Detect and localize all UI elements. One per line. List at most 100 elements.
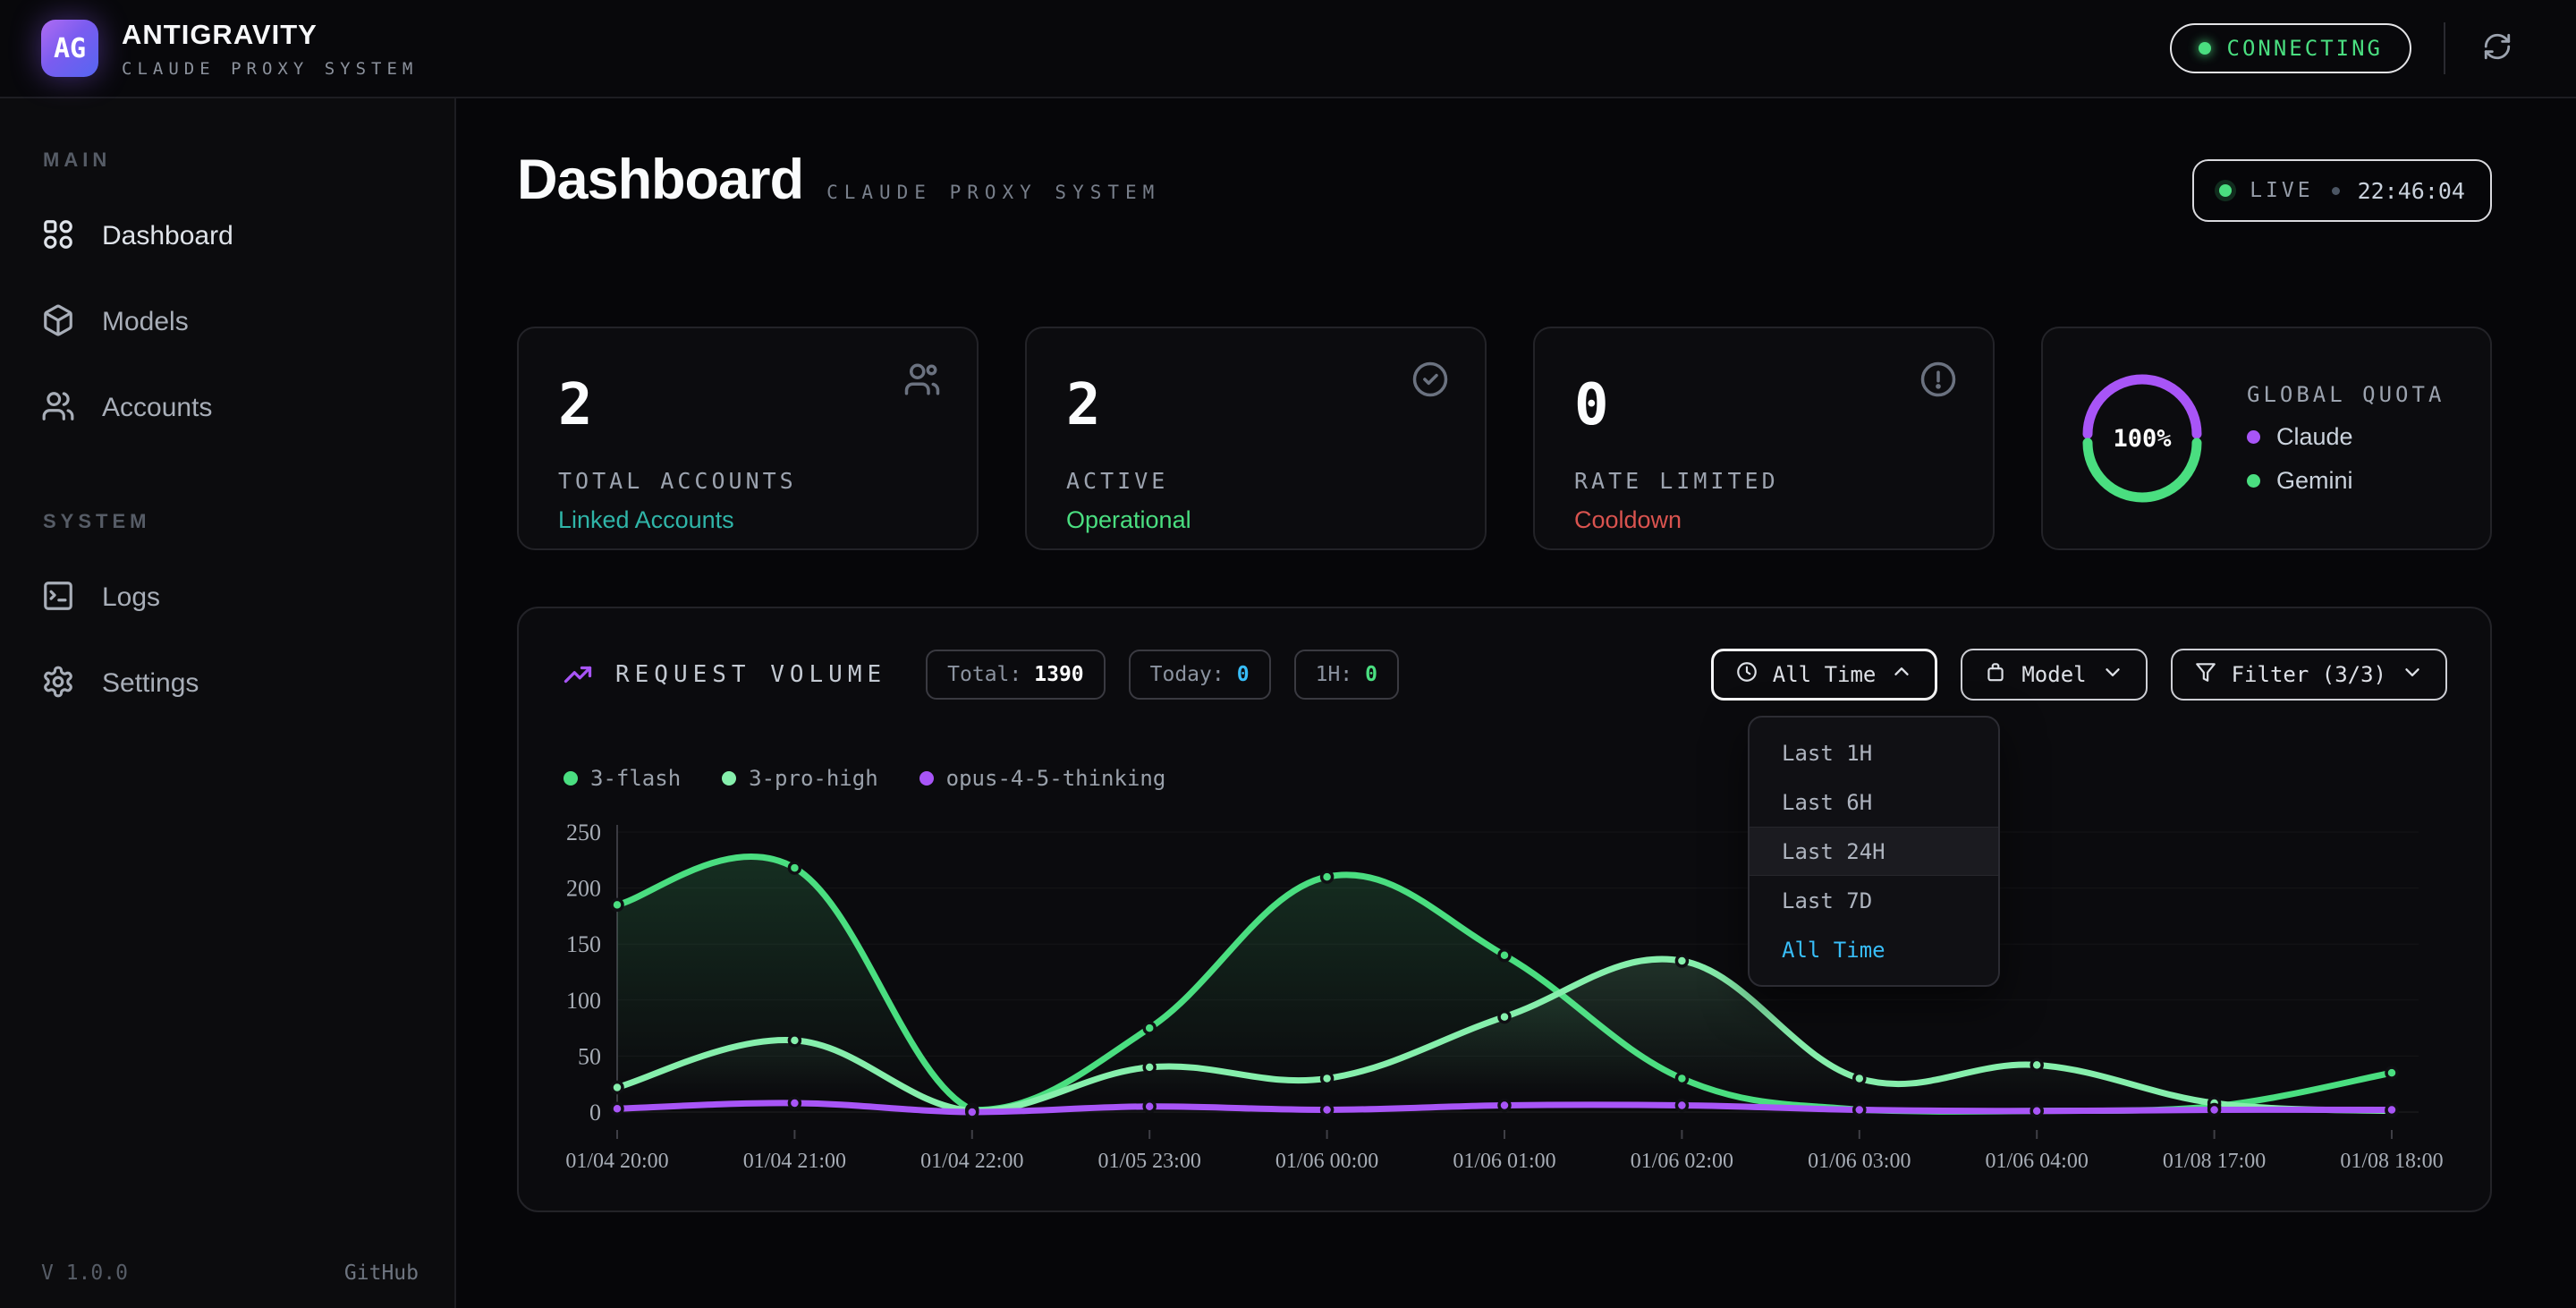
badge-label: 1H: <box>1316 663 1353 686</box>
stat-cards-row: 2 TOTAL ACCOUNTS Linked Accounts 2 ACTIV… <box>517 327 2492 550</box>
dropdown-item-all-time[interactable]: All Time <box>1750 925 1998 974</box>
quota-legend-label: Gemini <box>2276 467 2353 495</box>
sidebar-spacer <box>41 469 454 510</box>
sidebar-item-dashboard[interactable]: Dashboard <box>41 211 454 261</box>
stat-card-total-accounts: 2 TOTAL ACCOUNTS Linked Accounts <box>517 327 979 550</box>
filter-button[interactable]: Filter (3/3) <box>2171 649 2447 701</box>
badge-value: 1390 <box>1034 663 1083 686</box>
svg-text:0: 0 <box>589 1100 601 1125</box>
svg-text:01/06 04:00: 01/06 04:00 <box>1986 1150 2089 1173</box>
dropdown-item-last-6h[interactable]: Last 6H <box>1750 777 1998 827</box>
chevron-down-icon <box>2401 660 2424 689</box>
request-volume-panel: REQUEST VOLUME Total: 1390 Today: 0 1H: … <box>517 607 2492 1212</box>
legend-dot-icon <box>919 771 934 786</box>
connection-status-badge: CONNECTING <box>2170 23 2412 73</box>
filter-label: Filter (3/3) <box>2232 662 2386 687</box>
time-range-button[interactable]: All Time <box>1711 649 1938 701</box>
sidebar-item-label: Dashboard <box>102 221 233 251</box>
dropdown-item-last-24h[interactable]: Last 24H <box>1750 827 1998 876</box>
chart-header: REQUEST VOLUME Total: 1390 Today: 0 1H: … <box>562 648 2447 701</box>
sidebar-item-settings[interactable]: Settings <box>41 658 454 709</box>
gear-icon <box>41 665 75 703</box>
topbar-right: CONNECTING <box>2170 22 2518 74</box>
legend-item: 3-pro-high <box>722 766 878 791</box>
legend-dot-icon <box>564 771 578 786</box>
app-version: V 1.0.0 <box>41 1261 128 1285</box>
page-header: Dashboard CLAUDE PROXY SYSTEM <box>517 148 1160 212</box>
legend-dot-icon <box>2247 430 2260 444</box>
alert-circle-icon <box>1919 361 1957 403</box>
svg-text:01/04 20:00: 01/04 20:00 <box>565 1150 668 1173</box>
connection-status-label: CONNECTING <box>2227 36 2384 61</box>
request-volume-chart: 05010015020025001/04 20:0001/04 21:0001/… <box>562 816 2451 1174</box>
legend-item: 3-flash <box>564 766 681 791</box>
svg-text:200: 200 <box>566 876 601 902</box>
dropdown-item-last-7d[interactable]: Last 7D <box>1750 876 1998 925</box>
cube-icon <box>41 303 75 342</box>
quota-legend-gemini: Gemini <box>2247 467 2445 495</box>
grid-icon <box>41 217 75 256</box>
stat-label: TOTAL ACCOUNTS <box>558 468 937 494</box>
app-name: ANTIGRAVITY <box>122 19 418 51</box>
sidebar-item-logs[interactable]: Logs <box>41 573 454 623</box>
sidebar-item-label: Logs <box>102 582 160 613</box>
clock-icon <box>1735 660 1758 689</box>
sidebar-section-main: MAIN <box>43 149 454 172</box>
github-link[interactable]: GitHub <box>344 1261 419 1285</box>
live-label: LIVE <box>2250 179 2313 202</box>
svg-text:01/08 18:00: 01/08 18:00 <box>2340 1150 2443 1173</box>
sidebar-item-label: Settings <box>102 668 199 699</box>
legend-label: 3-flash <box>590 766 681 791</box>
svg-text:01/08 17:00: 01/08 17:00 <box>2163 1150 2266 1173</box>
chevron-down-icon <box>2101 660 2124 689</box>
svg-text:01/04 22:00: 01/04 22:00 <box>920 1150 1023 1173</box>
sidebar-item-models[interactable]: Models <box>41 297 454 347</box>
stat-value: 2 <box>558 377 937 434</box>
svg-text:100: 100 <box>566 988 601 1014</box>
app-logo: AG <box>41 20 98 77</box>
legend-label: 3-pro-high <box>749 766 878 791</box>
legend-label: opus-4-5-thinking <box>946 766 1166 791</box>
refresh-button[interactable] <box>2478 29 2517 68</box>
quota-donut-chart: 100% <box>2077 373 2207 504</box>
sidebar: MAIN Dashboard Models Accounts SYST <box>0 98 456 1308</box>
svg-text:01/06 03:00: 01/06 03:00 <box>1808 1150 1911 1173</box>
badge-label: Today: <box>1150 663 1224 686</box>
time-range-label: All Time <box>1773 662 1877 687</box>
stat-sublabel: Operational <box>1066 506 1445 534</box>
quota-percent: 100% <box>2077 373 2207 504</box>
topbar-divider <box>2444 22 2445 74</box>
page-subtitle: CLAUDE PROXY SYSTEM <box>826 182 1160 203</box>
refresh-icon <box>2482 31 2512 66</box>
model-filter-button[interactable]: Model <box>1961 649 2147 701</box>
box-icon <box>1984 660 2007 689</box>
svg-text:50: 50 <box>578 1043 601 1069</box>
sidebar-item-accounts[interactable]: Accounts <box>41 383 454 433</box>
svg-text:150: 150 <box>566 931 601 957</box>
stat-card-rate-limited: 0 RATE LIMITED Cooldown <box>1533 327 1995 550</box>
check-circle-icon <box>1411 361 1449 403</box>
time-range-dropdown: Last 1H Last 6H Last 24H Last 7D All Tim… <box>1748 716 2000 987</box>
stat-value: 0 <box>1574 377 1953 434</box>
stat-value: 2 <box>1066 377 1445 434</box>
main-content: Dashboard CLAUDE PROXY SYSTEM LIVE 22:46… <box>456 98 2576 1308</box>
sidebar-footer: V 1.0.0 GitHub <box>41 1261 419 1285</box>
svg-text:01/04 21:00: 01/04 21:00 <box>743 1150 846 1173</box>
sidebar-item-label: Accounts <box>102 393 212 423</box>
dropdown-item-last-1h[interactable]: Last 1H <box>1750 728 1998 777</box>
users-icon <box>41 389 75 428</box>
svg-text:01/06 00:00: 01/06 00:00 <box>1275 1150 1378 1173</box>
svg-text:01/06 02:00: 01/06 02:00 <box>1631 1150 1733 1173</box>
chevron-up-icon <box>1890 660 1913 689</box>
stat-sublabel: Cooldown <box>1574 506 1953 534</box>
svg-text:01/06 01:00: 01/06 01:00 <box>1453 1150 1555 1173</box>
legend-dot-icon <box>2247 474 2260 488</box>
total-requests-badge: Total: 1390 <box>926 650 1105 700</box>
badge-value: 0 <box>1237 663 1250 686</box>
users-icon <box>903 361 941 403</box>
funnel-icon <box>2194 660 2217 689</box>
stat-card-active: 2 ACTIVE Operational <box>1025 327 1487 550</box>
model-filter-label: Model <box>2021 662 2086 687</box>
stat-label: RATE LIMITED <box>1574 468 1953 494</box>
terminal-icon <box>41 579 75 617</box>
